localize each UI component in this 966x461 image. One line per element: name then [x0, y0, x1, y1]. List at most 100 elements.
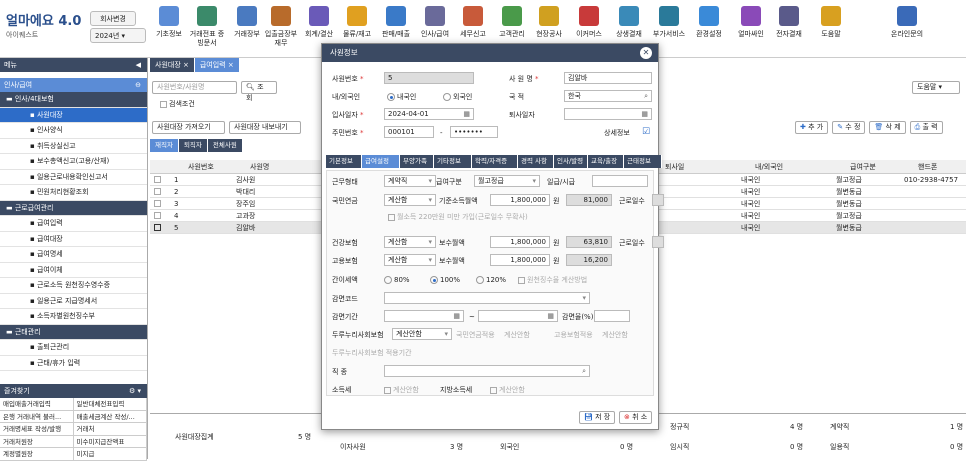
sidebar-item[interactable]: ▪ 사원대장	[0, 107, 147, 123]
close-tab-icon[interactable]: ×	[226, 61, 234, 69]
column-header[interactable]: 급여구분	[850, 160, 876, 174]
section-header[interactable]: 인사/급여 ⊖	[0, 78, 147, 92]
sidebar-item[interactable]: ▪ 일용근로내용확인신고서	[0, 170, 147, 185]
modal-tab[interactable]: 급여설정	[362, 155, 400, 168]
np-days[interactable]	[652, 194, 664, 206]
favorite-link[interactable]: 거래처	[74, 423, 147, 435]
column-header[interactable]: 핸드폰	[918, 160, 937, 174]
toolbar-15[interactable]: 얼마싸인	[732, 6, 770, 39]
close-tab-icon[interactable]: ×	[181, 61, 189, 69]
emp-name-input[interactable]: 김알바	[564, 72, 652, 84]
radio-option[interactable]: 내국인	[387, 91, 416, 103]
action-3[interactable]: ⎙ 출 력	[909, 121, 943, 134]
modal-tab[interactable]: 인사/발령	[554, 155, 588, 168]
radio-button[interactable]	[430, 276, 438, 284]
column-header[interactable]: 사원명	[250, 160, 269, 174]
subtab[interactable]: 재직자	[150, 139, 178, 152]
sidebar-item[interactable]: ▪ 보수총액신고(고용/산재)	[0, 154, 147, 170]
favorite-link[interactable]: 일반대체전표입력	[74, 398, 147, 410]
reduce-start-input[interactable]: ▦	[384, 310, 464, 322]
action-0[interactable]: ✚ 추 가	[795, 121, 829, 134]
action-1[interactable]: ✎ 수 정	[832, 121, 866, 134]
row-checkbox[interactable]	[154, 212, 161, 219]
sidebar-item[interactable]: ▬ 근태관리	[0, 324, 147, 340]
sidebar-item[interactable]: ▪ 급여명세	[0, 247, 147, 263]
checkbox[interactable]	[490, 386, 497, 394]
toolbar-18[interactable]: 온라인문의	[888, 6, 926, 39]
reduce-code-select[interactable]: ▾	[384, 292, 590, 304]
np-amt[interactable]: 81,000	[566, 194, 612, 206]
toolbar-12[interactable]: 상생결재	[610, 6, 648, 39]
modal-tab[interactable]: 부양가족	[400, 155, 434, 168]
modal-tab[interactable]: 경력 사항	[518, 155, 554, 168]
row-checkbox[interactable]	[154, 224, 161, 231]
duru-ei-mode[interactable]: 계산안함	[602, 329, 628, 341]
country-input[interactable]: 한국 ⌕	[564, 90, 652, 102]
radio-button[interactable]	[443, 93, 451, 101]
sidebar-item[interactable]: ▬ 근로급여관리	[0, 200, 147, 216]
favorite-link[interactable]: 미수미지급잔액표	[74, 435, 147, 447]
year-select[interactable]: 2024년 ▾	[90, 28, 146, 43]
search-condition-checkbox[interactable]	[160, 100, 167, 108]
hi-amt[interactable]: 63,810	[566, 236, 612, 248]
resign-date-input[interactable]: ▦	[564, 108, 652, 120]
radio-option[interactable]: 100%	[430, 274, 460, 286]
np-base-input[interactable]: 1,800,000	[490, 194, 550, 206]
hi-mode-select[interactable]: 계산함 ▾	[384, 236, 436, 248]
toolbar-6[interactable]: 판매/매출	[377, 6, 415, 39]
favorite-link[interactable]: 거래처원장	[0, 435, 74, 447]
subtab[interactable]: 퇴직자	[178, 139, 207, 152]
ei-base-input[interactable]: 1,800,000	[490, 254, 550, 266]
favorite-link[interactable]: 매출세금계산 작성/...	[74, 410, 147, 422]
checkbox[interactable]	[388, 213, 395, 221]
sidebar-item[interactable]: ▪ 급여입력	[0, 216, 147, 232]
reduce-end-input[interactable]: ▦	[478, 310, 558, 322]
np-note-checkbox[interactable]: 월소득 220만원 미만 가입(근로일수 무확사)	[388, 211, 528, 223]
toolbar-7[interactable]: 인사/급여	[416, 6, 454, 39]
toolbar-14[interactable]: 환경설정	[690, 6, 728, 39]
close-icon[interactable]: ✕	[640, 47, 652, 59]
np-mode-select[interactable]: 계산함 ▾	[384, 194, 436, 206]
work-type-select[interactable]: 계약직 ▾	[384, 175, 436, 187]
column-header[interactable]: 사원번호	[188, 160, 214, 174]
sidebar-item[interactable]: ▪ 근로소득 원천징수영수증	[0, 278, 147, 294]
sidebar-item[interactable]: ▪ 인사양식	[0, 123, 147, 139]
cancel-button[interactable]: ⊗ 취 소	[619, 411, 653, 424]
tax-note-checkbox[interactable]: 원천징수율 계산방법	[518, 274, 587, 286]
modal-tab[interactable]: 기본정보	[326, 155, 362, 168]
rrn-back-input[interactable]: •••••••	[450, 126, 498, 138]
sidebar-item[interactable]: ▪ 일용근로 지급명세서	[0, 294, 147, 309]
minus-icon[interactable]: ⊖	[135, 78, 141, 92]
toolbar-2[interactable]: 거래장부	[228, 6, 266, 39]
join-date-input[interactable]: 2024-04-01 ▦	[384, 108, 474, 120]
hi-days[interactable]	[652, 236, 664, 248]
emp-no-input[interactable]: 5	[384, 72, 474, 84]
local-tax-checkbox[interactable]: 계산안함	[490, 384, 525, 396]
gear-icon[interactable]: ⚙ ▾	[129, 384, 141, 398]
modal-tab[interactable]: 기타정보	[434, 155, 472, 168]
collapse-icon[interactable]: ◀	[136, 58, 141, 72]
duru-mode-select[interactable]: 계산안함 ▾	[392, 328, 452, 340]
search-input[interactable]: 사원번호/사원명	[152, 81, 237, 94]
sidebar-item[interactable]: ▪ 출퇴근관리	[0, 340, 147, 356]
modal-tab[interactable]: 학력/자격증	[472, 155, 518, 168]
toolbar-8[interactable]: 세무신고	[454, 6, 492, 39]
radio-button[interactable]	[387, 93, 395, 101]
favorite-link[interactable]: 매입매출거래입력	[0, 398, 74, 410]
radio-button[interactable]	[384, 276, 392, 284]
sidebar-item[interactable]: ▪ 소득자별원천징수부	[0, 309, 147, 325]
favorite-link[interactable]: 은행 거래내역 불러...	[0, 410, 74, 422]
search-condition[interactable]: 검색조건	[160, 99, 195, 109]
favorite-link[interactable]: 계정별원장	[0, 448, 74, 460]
checkbox[interactable]	[384, 386, 391, 394]
toolbar-13[interactable]: 부가서비스	[650, 6, 688, 39]
sidebar-item[interactable]: ▪ 민원처리현황조회	[0, 185, 147, 201]
radio-button[interactable]	[476, 276, 484, 284]
row-checkbox[interactable]	[154, 200, 161, 207]
column-header[interactable]: 퇴사일	[665, 160, 684, 174]
page-tab[interactable]: 급여입력 ×	[194, 58, 239, 72]
daily-input[interactable]	[592, 175, 648, 187]
toolbar-5[interactable]: 물류/재고	[338, 6, 376, 39]
hi-base-input[interactable]: 1,800,000	[490, 236, 550, 248]
toolbar-9[interactable]: 고객관리	[493, 6, 531, 39]
